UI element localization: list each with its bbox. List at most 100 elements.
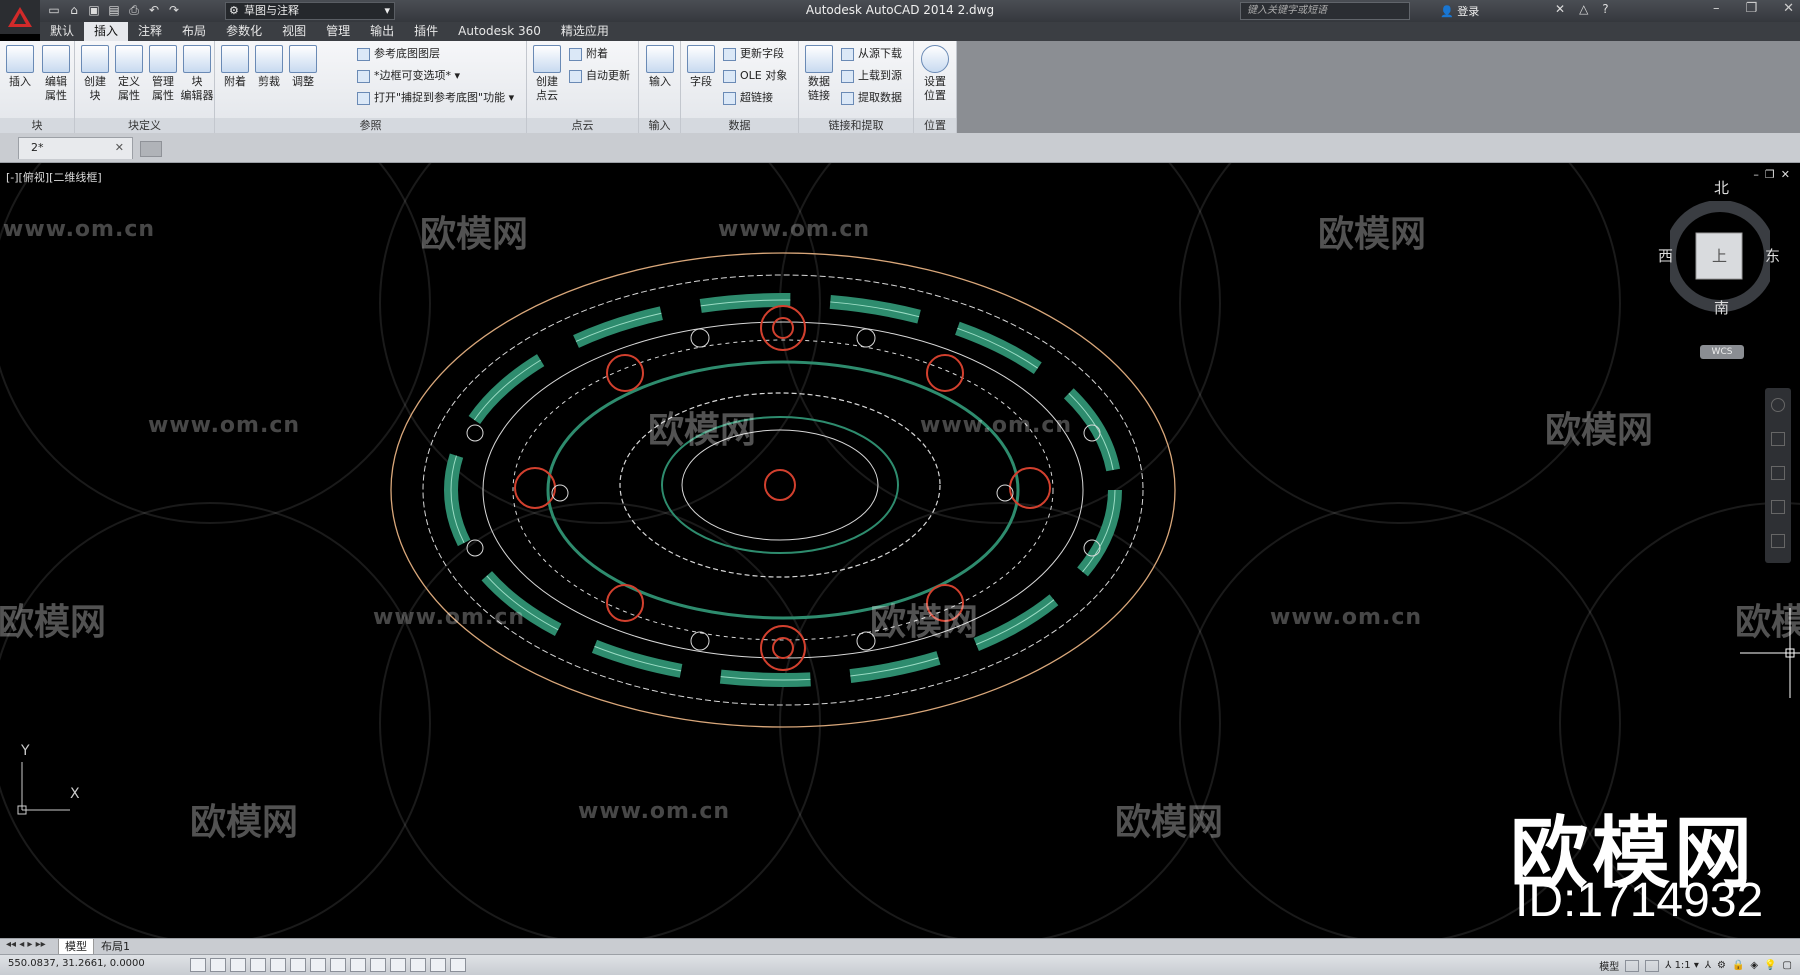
- quick-view-drawings-icon[interactable]: [1645, 959, 1660, 972]
- polar-icon[interactable]: [270, 958, 286, 972]
- clip-button[interactable]: 剪裁: [251, 45, 287, 89]
- tab-6[interactable]: 管理: [316, 22, 360, 41]
- qp-icon[interactable]: [430, 958, 446, 972]
- annotation-scale[interactable]: ⅄ 1:1 ▾: [1665, 960, 1699, 971]
- update-fields-button[interactable]: 更新字段: [723, 45, 784, 63]
- close-tab-icon[interactable]: ✕: [115, 138, 124, 158]
- extract-data-button[interactable]: 提取数据: [841, 89, 902, 107]
- insert-block-button[interactable]: 插入: [2, 45, 38, 89]
- search-input[interactable]: 键入关键字或短语: [1240, 2, 1410, 20]
- lineweight-icon[interactable]: [390, 958, 406, 972]
- ortho-icon[interactable]: [250, 958, 266, 972]
- open-icon[interactable]: ⌂: [66, 2, 82, 18]
- panel-title-block-def[interactable]: 块定义: [75, 118, 214, 133]
- download-source-button[interactable]: 从源下载: [841, 45, 902, 63]
- manage-attr-button[interactable]: 管理 属性: [145, 45, 181, 103]
- field-button[interactable]: 字段: [683, 45, 719, 89]
- annotation-visibility-icon[interactable]: ⅄: [1705, 960, 1711, 971]
- clean-screen-icon[interactable]: ▢: [1783, 960, 1792, 971]
- dyn-icon[interactable]: [370, 958, 386, 972]
- create-block-button[interactable]: 创建 块: [77, 45, 113, 103]
- login-button[interactable]: 👤 登录: [1440, 3, 1479, 19]
- otrack-icon[interactable]: [330, 958, 346, 972]
- close-icon[interactable]: ✕: [1783, 1, 1794, 16]
- exchange-icon[interactable]: ✕: [1555, 2, 1565, 16]
- isolate-objects-icon[interactable]: 💡: [1764, 960, 1776, 971]
- auto-update-button[interactable]: 自动更新: [569, 67, 630, 85]
- panel-title-reference[interactable]: 参照: [215, 118, 526, 133]
- 3d-osnap-icon[interactable]: [310, 958, 326, 972]
- save-icon[interactable]: ▣: [86, 2, 102, 18]
- tab-4[interactable]: 参数化: [216, 22, 272, 41]
- define-attr-button[interactable]: 定义 属性: [111, 45, 147, 103]
- wcs-menu[interactable]: WCS: [1700, 345, 1744, 359]
- navigation-bar[interactable]: [1765, 388, 1791, 563]
- tab-3[interactable]: 布局: [172, 22, 216, 41]
- drawing-viewport[interactable]: [-][俯视][二维线框] – ❐ ✕ www.om.cn www.om.cn …: [0, 163, 1800, 938]
- workspace-dropdown[interactable]: ⚙ 草图与注释 ▾: [225, 2, 395, 20]
- set-location-button[interactable]: 设置 位置: [917, 45, 953, 103]
- create-point-cloud-button[interactable]: 创建 点云: [529, 45, 565, 103]
- sc-icon[interactable]: [450, 958, 466, 972]
- minimize-icon[interactable]: –: [1713, 1, 1720, 16]
- osnap-icon[interactable]: [290, 958, 306, 972]
- infer-constraints-icon[interactable]: [190, 958, 206, 972]
- tab-10[interactable]: 精选应用: [551, 22, 619, 41]
- hyperlink-button[interactable]: 超链接: [723, 89, 773, 107]
- steering-wheel-icon[interactable]: [1771, 398, 1785, 412]
- save-as-icon[interactable]: ▤: [106, 2, 122, 18]
- edit-attr-button[interactable]: 编辑 属性: [38, 45, 74, 103]
- upload-source-button[interactable]: 上载到源: [841, 67, 902, 85]
- layout-nav-arrows-icon[interactable]: ◂◂ ◂ ▸ ▸▸: [6, 939, 46, 950]
- tab-9[interactable]: Autodesk 360: [448, 22, 551, 41]
- tab-layout1[interactable]: 布局1: [95, 939, 136, 955]
- quick-view-layouts-icon[interactable]: [1625, 959, 1640, 972]
- autocad-logo-icon[interactable]: [0, 0, 40, 34]
- compass-south[interactable]: 南: [1714, 297, 1729, 318]
- tab-7[interactable]: 输出: [360, 22, 404, 41]
- a360-icon[interactable]: △: [1579, 2, 1588, 16]
- frame-option-dropdown[interactable]: *边框可变选项* ▾: [357, 67, 460, 85]
- ducs-icon[interactable]: [350, 958, 366, 972]
- redo-icon[interactable]: ↷: [166, 2, 182, 18]
- compass-north[interactable]: 北: [1714, 177, 1729, 198]
- undo-icon[interactable]: ↶: [146, 2, 162, 18]
- new-tab-button[interactable]: [140, 141, 162, 157]
- panel-title-block[interactable]: 块: [0, 118, 74, 133]
- hardware-accel-icon[interactable]: ◈: [1750, 960, 1758, 971]
- grid-icon[interactable]: [230, 958, 246, 972]
- cube-top-face[interactable]: 上: [1712, 245, 1727, 266]
- transparency-icon[interactable]: [410, 958, 426, 972]
- block-editor-button[interactable]: 块 编辑器: [179, 45, 215, 103]
- restore-icon[interactable]: ❐: [1745, 1, 1757, 16]
- snap-mode-icon[interactable]: [210, 958, 226, 972]
- orbit-icon[interactable]: [1771, 500, 1785, 514]
- data-link-button[interactable]: 数据 链接: [801, 45, 837, 103]
- model-space-toggle[interactable]: 模型: [1599, 958, 1619, 973]
- snap-underlay-dropdown[interactable]: 打开"捕捉到参考底图"功能 ▾: [357, 89, 514, 107]
- tab-model[interactable]: 模型: [58, 939, 94, 955]
- attach-button[interactable]: 附着: [217, 45, 253, 89]
- tab-5[interactable]: 视图: [272, 22, 316, 41]
- compass-east[interactable]: 东: [1765, 245, 1780, 266]
- coordinate-readout[interactable]: 550.0837, 31.2661, 0.0000: [8, 958, 145, 969]
- help-icon[interactable]: ?: [1602, 2, 1608, 16]
- zoom-icon[interactable]: [1771, 466, 1785, 480]
- new-icon[interactable]: ▭: [46, 2, 62, 18]
- lock-icon[interactable]: 🔒: [1732, 960, 1744, 971]
- tab-0[interactable]: 默认: [40, 22, 84, 41]
- view-cube[interactable]: 北 西 东 南 上: [1658, 179, 1780, 331]
- ole-object-button[interactable]: OLE 对象: [723, 67, 787, 85]
- doc-tab-2[interactable]: 2* ✕: [18, 137, 133, 159]
- adjust-button[interactable]: 调整: [285, 45, 321, 89]
- print-icon[interactable]: ⎙: [126, 2, 142, 18]
- tab-1[interactable]: 插入: [84, 22, 129, 41]
- pan-icon[interactable]: [1771, 432, 1785, 446]
- import-button[interactable]: 输入: [642, 45, 678, 89]
- underlay-layers-button[interactable]: 参考底图图层: [357, 45, 440, 63]
- tab-8[interactable]: 插件: [404, 22, 448, 41]
- showmotion-icon[interactable]: [1771, 534, 1785, 548]
- tab-2[interactable]: 注释: [128, 22, 172, 41]
- pc-attach-button[interactable]: 附着: [569, 45, 608, 63]
- panel-title-point-cloud[interactable]: 点云: [527, 118, 638, 133]
